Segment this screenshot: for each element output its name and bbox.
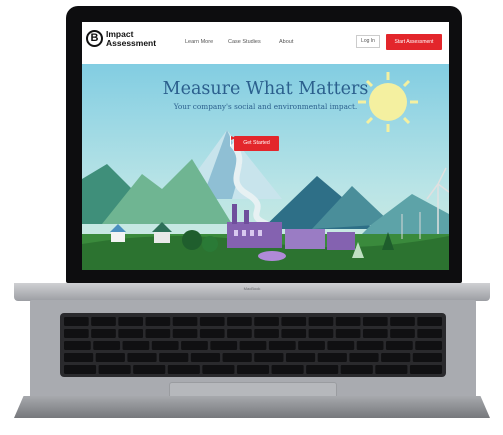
logo-line-2: Assessment [106,37,157,48]
electric-car [258,251,286,261]
keyboard-key[interactable] [390,317,415,326]
keyboard-key[interactable] [412,353,442,362]
keyboard-key[interactable] [159,353,189,362]
keyboard-key[interactable] [335,329,361,338]
keyboard-key[interactable] [271,365,304,374]
keyboard-key[interactable] [181,341,208,350]
keyboard-key[interactable] [281,317,307,326]
keyboard-key[interactable] [202,365,235,374]
keyboard-key[interactable] [308,329,334,338]
keyboard-key[interactable] [133,365,166,374]
b-corp-icon: B [86,30,103,47]
keyboard-key[interactable] [64,341,91,350]
keyboard-key[interactable] [167,365,200,374]
keyboard-key[interactable] [118,317,144,326]
keyboard-key[interactable] [356,341,384,350]
keyboard-key[interactable] [298,341,325,350]
keyboard-key[interactable] [127,353,157,362]
keyboard-key[interactable] [409,365,442,374]
keyboard-key[interactable] [151,341,179,350]
keyboard-key[interactable] [417,317,442,326]
device-label: MacBook [243,286,261,291]
keyboard-key[interactable] [415,341,442,350]
keyboard-key[interactable] [308,317,334,326]
keyboard-key[interactable] [64,317,89,326]
keyboard-key[interactable] [199,317,225,326]
keyboard [60,313,446,377]
keyboard-key[interactable] [122,341,150,350]
keyboard-key[interactable] [64,353,94,362]
keyboard-key[interactable] [222,353,252,362]
keyboard-key[interactable] [381,353,411,362]
keyboard-key[interactable] [210,341,238,350]
keyboard-key[interactable] [285,353,316,362]
keyboard-key[interactable] [385,341,413,350]
get-started-button[interactable]: Get Started [234,136,279,151]
keyboard-key[interactable] [327,341,355,350]
keyboard-key[interactable] [349,353,379,362]
keyboard-key[interactable] [190,353,221,362]
laptop-front-edge [14,396,490,418]
nav-link-about[interactable]: About [279,39,293,45]
keyboard-key[interactable] [118,329,144,338]
keyboard-key[interactable] [239,341,267,350]
keyboard-key[interactable] [227,329,252,338]
keyboard-key[interactable] [64,365,97,374]
keyboard-key[interactable] [306,365,339,374]
top-navigation: B Impact Assessment Learn More Case Stud… [82,22,449,64]
summit-flag-pole [230,136,231,146]
logo-text: Impact Assessment [106,30,172,47]
keyboard-key[interactable] [93,341,121,350]
keyboard-key[interactable] [91,317,116,326]
website-screen: B Impact Assessment Learn More Case Stud… [82,22,449,270]
keyboard-key[interactable] [362,317,388,326]
nav-link-learn-more[interactable]: Learn More [185,39,213,45]
keyboard-key[interactable] [390,329,415,338]
keyboard-key[interactable] [64,329,89,338]
laptop-hinge: MacBook [14,283,490,301]
keyboard-key[interactable] [254,329,279,338]
hero-subheadline: Your company's social and environmental … [173,102,358,111]
login-button[interactable]: Log In [356,35,380,48]
keyboard-key[interactable] [417,329,442,338]
keyboard-key[interactable] [335,317,361,326]
keyboard-key[interactable] [145,317,171,326]
keyboard-key[interactable] [172,317,198,326]
keyboard-key[interactable] [317,353,347,362]
keyboard-key[interactable] [362,329,388,338]
keyboard-key[interactable] [281,329,307,338]
keyboard-key[interactable] [254,353,284,362]
keyboard-key[interactable] [254,317,279,326]
nav-link-case-studies[interactable]: Case Studies [228,39,261,45]
keyboard-key[interactable] [172,329,198,338]
keyboard-key[interactable] [340,365,373,374]
hero-headline: Measure What Matters [162,79,369,99]
hero-section: Measure What Matters Your company's soci… [82,64,449,270]
start-assessment-button[interactable]: Start Assessment [386,34,442,50]
keyboard-key[interactable] [375,365,408,374]
keyboard-key[interactable] [268,341,296,350]
keyboard-key[interactable] [91,329,116,338]
keyboard-key[interactable] [145,329,171,338]
b-impact-logo[interactable]: B Impact Assessment [86,30,172,47]
keyboard-key[interactable] [98,365,131,374]
keyboard-key[interactable] [199,329,225,338]
laptop: B Impact Assessment Learn More Case Stud… [0,0,503,435]
keyboard-key[interactable] [227,317,252,326]
keyboard-key[interactable] [236,365,270,374]
keyboard-key[interactable] [95,353,125,362]
